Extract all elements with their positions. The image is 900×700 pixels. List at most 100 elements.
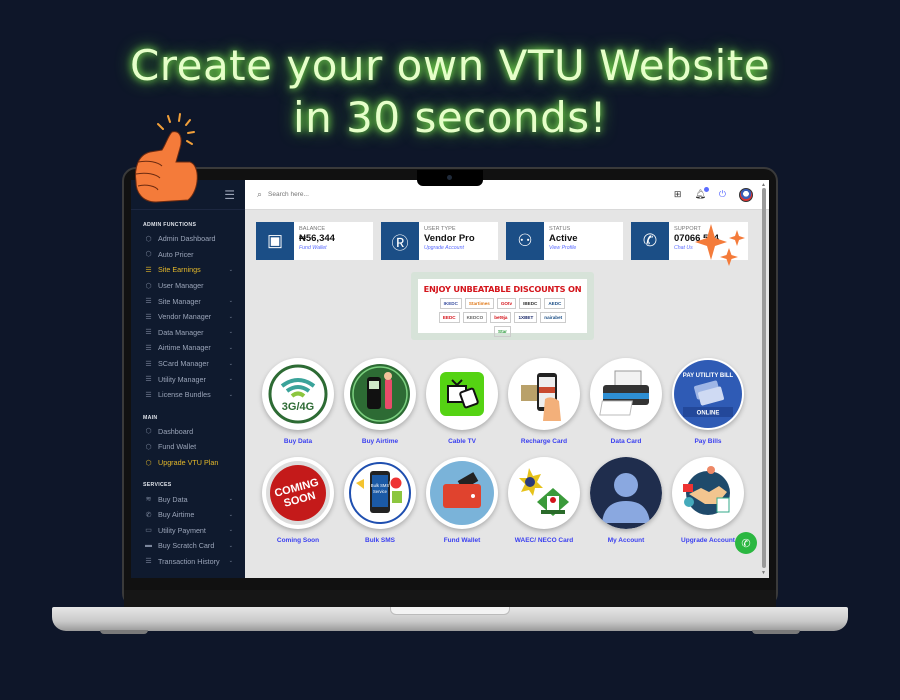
cube-icon: ⬡ xyxy=(145,235,152,243)
service-label[interactable]: Upgrade Account xyxy=(681,537,735,544)
sidebar-item-label: Buy Scratch Card xyxy=(158,541,215,551)
card-link[interactable]: Upgrade Account xyxy=(424,245,475,251)
sidebar-item-admin-dashboard[interactable]: ⬡ Admin Dashboard xyxy=(131,231,245,247)
sidebar-item-transaction-history[interactable]: ☰ Transaction History ⌄ xyxy=(131,554,245,570)
service-label[interactable]: Buy Airtime xyxy=(362,438,398,445)
service-label[interactable]: Buy Data xyxy=(284,438,312,445)
laptop-screen: a ☰ ADMIN FUNCTIONS⬡Admin Dashboard⬡Auto… xyxy=(131,180,769,578)
sidebar-item-buy-scratch-card[interactable]: ▬ Buy Scratch Card ⌄ xyxy=(131,538,245,554)
cube-icon: ⬡ xyxy=(145,459,152,467)
sidebar-item-user-manager[interactable]: ⬡ User Manager xyxy=(131,278,245,294)
service-label[interactable]: Bulk SMS xyxy=(365,537,395,544)
service-label[interactable]: Data Card xyxy=(611,438,642,445)
database-icon: ☰ xyxy=(145,313,152,321)
sidebar-item-site-manager[interactable]: ☰ Site Manager ⌄ xyxy=(131,293,245,309)
card-user-type[interactable]: Ⓡ USER TYPE Vendor Pro Upgrade Account xyxy=(381,222,498,260)
topbar: ⌕ ⊞ 🔔︎ ⏻ xyxy=(245,180,769,210)
banner-title: ENJOY UNBEATABLE DISCOUNTS ON xyxy=(423,284,582,294)
sidebar-item-fund-wallet[interactable]: ⬡ Fund Wallet xyxy=(131,439,245,455)
sidebar-item-airtime-manager[interactable]: ☰ Airtime Manager ⌄ xyxy=(131,340,245,356)
sidebar-item-auto-pricer[interactable]: ⬡ Auto Pricer xyxy=(131,247,245,263)
bulk-sms-icon[interactable]: Bulk SMS Service xyxy=(344,457,416,529)
card-link[interactable]: View Profile xyxy=(549,245,578,251)
power-icon[interactable]: ⏻ xyxy=(719,189,726,200)
service-recharge-card[interactable]: Recharge Card xyxy=(503,358,585,445)
3g4g-icon[interactable]: 3G/4G xyxy=(262,358,334,430)
pay-utility-bill-icon[interactable]: PAY UTILITY BILL ONLINE xyxy=(672,358,744,430)
service-waec-neco-card[interactable]: WAEC/ NECO Card xyxy=(503,457,585,544)
hamburger-icon[interactable]: ☰ xyxy=(224,188,235,202)
service-label[interactable]: My Account xyxy=(608,537,645,544)
service-upgrade-account[interactable]: Upgrade Account xyxy=(667,457,749,544)
service-coming-soon[interactable]: COMING SOON Coming Soon xyxy=(257,457,339,544)
service-pay-bills[interactable]: PAY UTILITY BILL ONLINE Pay Bills xyxy=(667,358,749,445)
sidebar-item-label: User Manager xyxy=(158,281,204,291)
recharge-card-icon[interactable] xyxy=(508,358,580,430)
service-label[interactable]: WAEC/ NECO Card xyxy=(515,537,574,544)
discount-banner[interactable]: ENJOY UNBEATABLE DISCOUNTS ON IKEDC Start… xyxy=(411,272,594,340)
partner-logo: IBEDC xyxy=(519,298,542,309)
cable-tv-icon[interactable] xyxy=(426,358,498,430)
partner-logo: bet9ja xyxy=(490,312,512,323)
sparkles-icon xyxy=(695,224,745,266)
service-data-card[interactable]: Data Card xyxy=(585,358,667,445)
mobile-phone-icon[interactable] xyxy=(344,358,416,430)
service-buy-airtime[interactable]: Buy Airtime xyxy=(339,358,421,445)
main-content: ⌕ ⊞ 🔔︎ ⏻ ▣ BALANCE ₦56,344 Fund Wallet Ⓡ… xyxy=(245,180,769,578)
whatsapp-chat-button[interactable]: ✆ xyxy=(735,532,757,554)
apps-grid-icon[interactable]: ⊞ xyxy=(674,189,682,200)
sidebar-item-site-earnings[interactable]: ☰ Site Earnings ⌄ xyxy=(131,262,245,278)
card-status[interactable]: ⚇ STATUS Active View Profile xyxy=(506,222,623,260)
service-buy-data[interactable]: 3G/4G Buy Data xyxy=(257,358,339,445)
search-icon: ⌕ xyxy=(257,189,263,199)
partner-logos: IKEDC Startimes GOtv IBEDC AEDC EEDC KEDCO bet9… xyxy=(433,298,573,337)
exam-card-icon[interactable] xyxy=(508,457,580,529)
sidebar-item-scard-manager[interactable]: ☰ SCard Manager ⌄ xyxy=(131,356,245,372)
user-avatar[interactable] xyxy=(739,187,753,202)
sidebar-item-buy-data[interactable]: ≋ Buy Data ⌄ xyxy=(131,491,245,507)
database-icon: ☰ xyxy=(145,298,152,306)
card-link[interactable]: Fund Wallet xyxy=(299,245,335,251)
chevron-down-icon: ⌄ xyxy=(228,344,233,351)
service-my-account[interactable]: My Account xyxy=(585,457,667,544)
user-avatar-icon[interactable] xyxy=(590,457,662,529)
service-label[interactable]: Recharge Card xyxy=(521,438,567,445)
sidebar: a ☰ ADMIN FUNCTIONS⬡Admin Dashboard⬡Auto… xyxy=(131,180,245,578)
handshake-icon[interactable] xyxy=(672,457,744,529)
service-label[interactable]: Pay Bills xyxy=(694,438,721,445)
partner-logo: Star xyxy=(494,326,511,337)
sidebar-item-utility-manager[interactable]: ☰ Utility Manager ⌄ xyxy=(131,371,245,387)
service-bulk-sms[interactable]: Bulk SMS Service Bulk SMS xyxy=(339,457,421,544)
sidebar-item-data-manager[interactable]: ☰ Data Manager ⌄ xyxy=(131,325,245,341)
service-label[interactable]: Cable TV xyxy=(448,438,476,445)
camera-icon xyxy=(447,175,452,180)
bell-icon[interactable]: 🔔︎ xyxy=(694,187,709,200)
service-label[interactable]: Fund Wallet xyxy=(444,537,481,544)
service-cable-tv[interactable]: Cable TV xyxy=(421,358,503,445)
sidebar-item-upgrade-vtu-plan[interactable]: ⬡ Upgrade VTU Plan xyxy=(131,455,245,471)
sidebar-item-dashboard[interactable]: ⬡ Dashboard xyxy=(131,424,245,440)
sidebar-item-vendor-manager[interactable]: ☰ Vendor Manager ⌄ xyxy=(131,309,245,325)
scrollbar-thumb[interactable] xyxy=(762,188,766,568)
chevron-down-icon: ⌄ xyxy=(228,542,233,549)
laptop-foot-right xyxy=(752,630,800,634)
sidebar-item-label: Dashboard xyxy=(158,426,194,436)
card-title: STATUS xyxy=(549,226,571,232)
service-label[interactable]: Coming Soon xyxy=(277,537,319,544)
wallet-icon[interactable] xyxy=(426,457,498,529)
sidebar-item-label: Vendor Manager xyxy=(158,312,212,322)
scrollbar[interactable]: ▲ ▼ xyxy=(761,182,767,576)
service-fund-wallet[interactable]: Fund Wallet xyxy=(421,457,503,544)
coming-soon-icon[interactable]: COMING SOON xyxy=(262,457,334,529)
sidebar-item-buy-airtime[interactable]: ✆ Buy Airtime ⌄ xyxy=(131,507,245,523)
printer-icon[interactable] xyxy=(590,358,662,430)
card-balance[interactable]: ▣ BALANCE ₦56,344 Fund Wallet xyxy=(256,222,373,260)
sidebar-item-license-bundles[interactable]: ☰ License Bundles ⌄ xyxy=(131,387,245,403)
sidebar-item-label: Utility Manager xyxy=(158,374,206,384)
sidebar-item-utility-payment[interactable]: ▭ Utility Payment ⌄ xyxy=(131,523,245,539)
scroll-down-icon[interactable]: ▼ xyxy=(761,570,766,576)
wifi-icon: ≋ xyxy=(145,496,152,504)
topbar-actions: ⊞ 🔔︎ ⏻ xyxy=(674,187,753,202)
sidebar-section-title: SERVICES xyxy=(143,482,172,489)
search-input[interactable] xyxy=(268,191,389,198)
